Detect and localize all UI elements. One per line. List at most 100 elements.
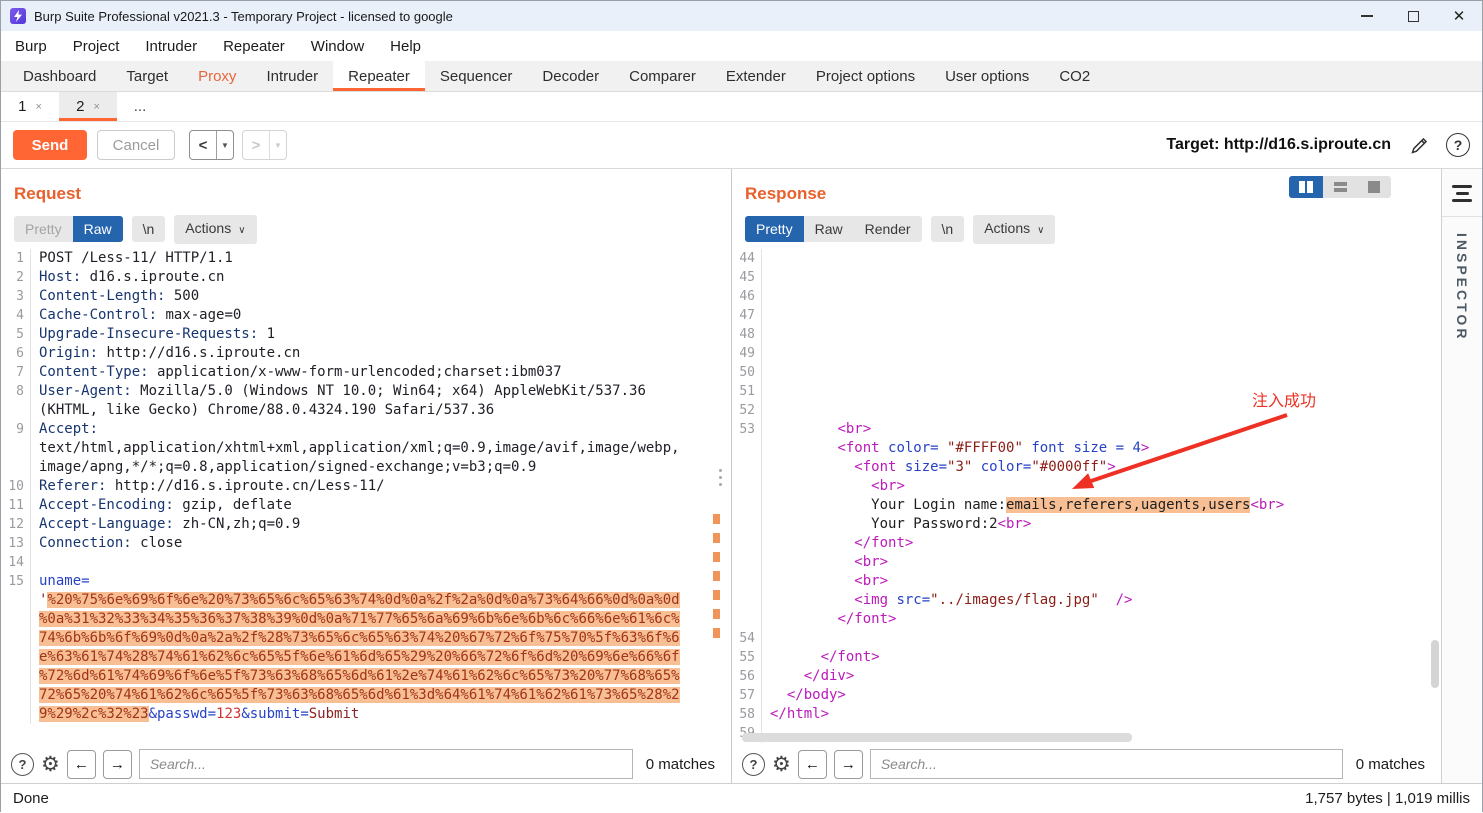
back-dropdown-icon[interactable]: ▼ xyxy=(216,131,233,159)
tab-intruder[interactable]: Intruder xyxy=(251,61,333,91)
line-number: 8 xyxy=(1,382,31,401)
tab-close-icon[interactable]: × xyxy=(93,101,99,113)
code-line: 55 </font> xyxy=(732,648,1441,667)
status-bar: Done 1,757 bytes | 1,019 millis xyxy=(1,783,1482,813)
layout-columns-button[interactable] xyxy=(1289,176,1323,198)
search-help-icon[interactable]: ? xyxy=(11,753,34,776)
repeater-tab-2[interactable]: 2× xyxy=(59,92,117,121)
request-tab-pretty[interactable]: Pretty xyxy=(14,216,73,242)
repeater-tab-1[interactable]: 1× xyxy=(1,92,59,121)
history-forward-button[interactable]: > ▼ xyxy=(242,130,287,160)
help-icon[interactable]: ? xyxy=(1446,133,1470,157)
code-line: <br> xyxy=(732,572,1441,591)
request-panel: Request Pretty Raw \n Actions∨ 1POST /Le… xyxy=(1,169,732,783)
next-match-button[interactable]: → xyxy=(834,750,863,779)
code-line: image/apng,*/*;q=0.8,application/signed-… xyxy=(1,458,731,477)
prev-match-button[interactable]: ← xyxy=(67,750,96,779)
menu-bar: BurpProjectIntruderRepeaterWindowHelp xyxy=(1,31,1482,61)
response-tab-pretty[interactable]: Pretty xyxy=(745,216,804,242)
menu-intruder[interactable]: Intruder xyxy=(132,38,210,55)
request-editor[interactable]: 1POST /Less-11/ HTTP/1.12Host: d16.s.ipr… xyxy=(1,247,731,745)
tab-proxy[interactable]: Proxy xyxy=(183,61,251,91)
forward-arrow-icon: > xyxy=(243,131,269,159)
code-line: 15uname= xyxy=(1,572,731,591)
response-horizontal-scrollbar[interactable] xyxy=(742,733,1132,742)
chevron-down-icon: ∨ xyxy=(1037,225,1044,236)
menu-help[interactable]: Help xyxy=(377,38,434,55)
line-number xyxy=(732,572,762,591)
window-title: Burp Suite Professional v2021.3 - Tempor… xyxy=(34,9,1344,24)
response-vertical-scrollbar[interactable] xyxy=(1431,640,1439,688)
request-search-bar: ? ⚙ ← → 0 matches xyxy=(1,745,731,783)
response-tab-render[interactable]: Render xyxy=(854,216,922,242)
tab-dashboard[interactable]: Dashboard xyxy=(8,61,111,91)
line-number xyxy=(1,458,31,477)
request-tab-raw[interactable]: Raw xyxy=(73,216,123,242)
line-number xyxy=(732,458,762,477)
layout-single-button[interactable] xyxy=(1357,176,1391,198)
tab-comparer[interactable]: Comparer xyxy=(614,61,711,91)
next-match-button[interactable]: → xyxy=(103,750,132,779)
request-search-input[interactable] xyxy=(139,749,633,779)
code-line: 12Accept-Language: zh-CN,zh;q=0.9 xyxy=(1,515,731,534)
tab-repeater[interactable]: Repeater xyxy=(333,61,425,91)
tab-project-options[interactable]: Project options xyxy=(801,61,930,91)
line-number: 47 xyxy=(732,306,762,325)
maximize-button[interactable] xyxy=(1390,1,1436,31)
line-number: 12 xyxy=(1,515,31,534)
code-line: 13Connection: close xyxy=(1,534,731,553)
layout-rows-button[interactable] xyxy=(1323,176,1357,198)
line-number: 15 xyxy=(1,572,31,591)
line-number xyxy=(732,591,762,610)
menu-burp[interactable]: Burp xyxy=(2,38,60,55)
menu-repeater[interactable]: Repeater xyxy=(210,38,298,55)
minimize-button[interactable] xyxy=(1344,1,1390,31)
line-number xyxy=(1,610,31,629)
response-actions-button[interactable]: Actions ∨ xyxy=(973,215,1055,244)
line-number xyxy=(1,667,31,686)
repeater-tab-more[interactable]: ... xyxy=(117,92,163,121)
edit-target-icon[interactable] xyxy=(1409,135,1430,156)
gear-icon[interactable]: ⚙ xyxy=(41,754,60,775)
gear-icon[interactable]: ⚙ xyxy=(772,754,791,775)
code-line: 10Referer: http://d16.s.iproute.cn/Less-… xyxy=(1,477,731,496)
inspector-menu-icon[interactable] xyxy=(1442,185,1482,217)
line-number: 56 xyxy=(732,667,762,686)
code-line: 54 xyxy=(732,629,1441,648)
menu-project[interactable]: Project xyxy=(60,38,133,55)
history-back-button[interactable]: < ▼ xyxy=(189,130,234,160)
request-actions-button[interactable]: Actions∨ xyxy=(174,215,256,244)
response-editor[interactable]: 注入成功 44454647484950515253 <br> <font col… xyxy=(732,247,1441,745)
cancel-button[interactable]: Cancel xyxy=(97,130,175,160)
response-search-input[interactable] xyxy=(870,749,1343,779)
tab-close-icon[interactable]: × xyxy=(35,101,41,113)
tab-co2[interactable]: CO2 xyxy=(1044,61,1105,91)
tab-target[interactable]: Target xyxy=(111,61,183,91)
code-line: 56 </div> xyxy=(732,667,1441,686)
response-actions-label: Actions xyxy=(984,220,1030,236)
response-tab-newline[interactable]: \n xyxy=(931,216,965,242)
send-button[interactable]: Send xyxy=(13,130,87,160)
burp-app-icon xyxy=(10,8,26,24)
close-button[interactable]: ✕ xyxy=(1436,1,1482,31)
tab-decoder[interactable]: Decoder xyxy=(527,61,614,91)
inspector-label[interactable]: INSPECTOR xyxy=(1454,233,1470,341)
tab-sequencer[interactable]: Sequencer xyxy=(425,61,528,91)
panel-split-handle[interactable] xyxy=(719,469,722,486)
request-tab-newline[interactable]: \n xyxy=(132,216,166,242)
search-help-icon[interactable]: ? xyxy=(742,753,765,776)
tab-user-options[interactable]: User options xyxy=(930,61,1044,91)
tab-extender[interactable]: Extender xyxy=(711,61,801,91)
response-tab-raw[interactable]: Raw xyxy=(804,216,854,242)
code-line: <br> xyxy=(732,553,1441,572)
code-line: 9%29%2c%32%23&passwd=123&submit=Submit xyxy=(1,705,731,724)
code-line: 45 xyxy=(732,268,1441,287)
burp-suite-window: { "window": { "title": "Burp Suite Profe… xyxy=(0,0,1483,812)
repeater-tab-bar: 1×2×... xyxy=(1,92,1482,122)
prev-match-button[interactable]: ← xyxy=(798,750,827,779)
target-url: Target: http://d16.s.iproute.cn xyxy=(1166,136,1391,154)
menu-window[interactable]: Window xyxy=(298,38,377,55)
code-line: 47 xyxy=(732,306,1441,325)
line-number xyxy=(1,439,31,458)
forward-dropdown-icon[interactable]: ▼ xyxy=(269,131,286,159)
